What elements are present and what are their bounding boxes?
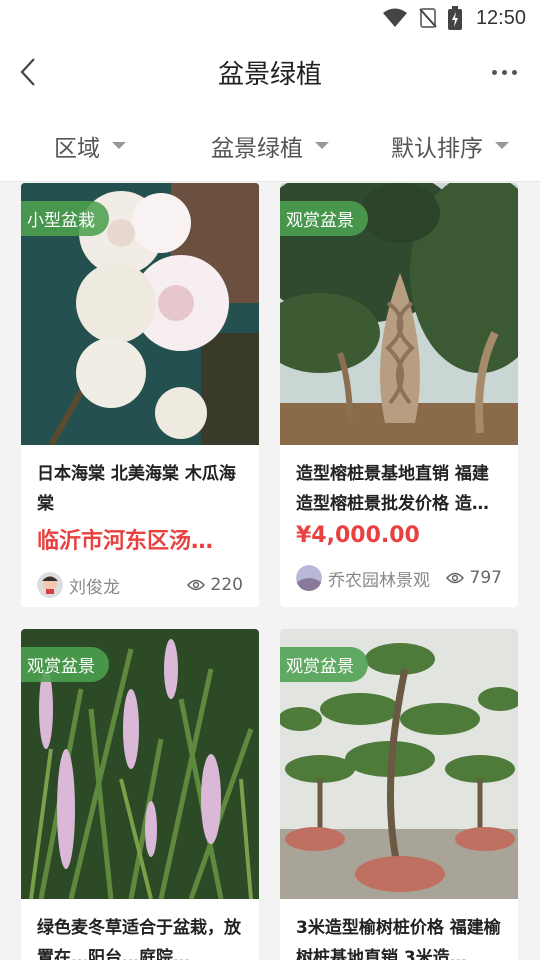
- product-title: 绿色麦冬草适合于盆栽，放置在…阳台…庭院…: [37, 918, 241, 960]
- product-title: 造型榕桩景基地直销 福建造型榕桩景批发价格 造…: [296, 464, 489, 514]
- filter-sort[interactable]: 默认排序: [360, 110, 540, 181]
- filter-label: 默认排序: [391, 135, 483, 162]
- product-card[interactable]: 观赏盆景 绿色麦冬草适合于盆栽，放置在…阳台…庭院…: [21, 629, 259, 960]
- product-card[interactable]: 小型盆栽 日本海棠 北美海棠 木瓜海棠 临沂市河东区汤… 刘俊龙 220: [21, 183, 259, 607]
- avatar: [37, 572, 63, 598]
- filter-label: 区域: [54, 135, 100, 162]
- no-signal-icon: [419, 8, 437, 28]
- category-tag: 观赏盆景: [280, 647, 368, 682]
- card-footer: 乔农园林景观 797: [296, 564, 502, 592]
- category-tag: 观赏盆景: [21, 647, 109, 682]
- filter-region[interactable]: 区域: [0, 110, 180, 181]
- author-name: 乔农园林景观: [328, 570, 430, 591]
- more-dots-icon: [491, 69, 497, 75]
- caret-down-icon: [495, 142, 509, 149]
- card-body: 造型榕桩景基地直销 福建造型榕桩景批发价格 造… ¥4,000.00 乔农园林景…: [280, 445, 518, 592]
- category-tag: 小型盆栽: [21, 201, 109, 236]
- eye-icon: [186, 579, 205, 591]
- product-image: 观赏盆景: [21, 629, 259, 899]
- card-body: 绿色麦冬草适合于盆栽，放置在…阳台…庭院…: [21, 899, 259, 960]
- page-title: 盆景绿植: [217, 60, 322, 90]
- product-card[interactable]: 观赏盆景 造型榕桩景基地直销 福建造型榕桩景批发价格 造… ¥4,000.00 …: [280, 183, 518, 607]
- eye-icon: [445, 572, 464, 584]
- more-dots-icon: [501, 69, 507, 75]
- card-body: 日本海棠 北美海棠 木瓜海棠 临沂市河东区汤… 刘俊龙 220: [21, 445, 259, 599]
- author-name: 刘俊龙: [69, 577, 120, 598]
- product-image: 小型盆栽: [21, 183, 259, 445]
- battery-charging-icon: [447, 6, 462, 30]
- more-dots-icon: [511, 69, 517, 75]
- product-price: 临沂市河东区汤…: [37, 529, 214, 554]
- product-card[interactable]: 观赏盆景 3米造型榆树桩价格 福建榆树桩基地直销 3米造…: [280, 629, 518, 960]
- status-bar: 12:50: [0, 0, 540, 36]
- product-price: ¥4,000.00: [296, 523, 420, 548]
- product-image: 观赏盆景: [280, 183, 518, 445]
- caret-down-icon: [315, 142, 329, 149]
- product-title: 日本海棠 北美海棠 木瓜海棠: [37, 464, 236, 514]
- filter-bar: 区域 盆景绿植 默认排序: [0, 110, 540, 182]
- view-count-value: 220: [210, 575, 243, 595]
- avatar: [296, 565, 322, 591]
- view-count-value: 797: [469, 568, 502, 588]
- card-footer: 刘俊龙 220: [37, 571, 243, 599]
- view-count: 797: [445, 568, 502, 588]
- filter-label: 盆景绿植: [211, 135, 303, 162]
- header: 盆景绿植: [0, 36, 540, 110]
- product-image: 观赏盆景: [280, 629, 518, 899]
- card-body: 3米造型榆树桩价格 福建榆树桩基地直销 3米造…: [280, 899, 518, 960]
- view-count: 220: [186, 575, 243, 595]
- status-icons: 12:50: [382, 6, 526, 30]
- status-time: 12:50: [475, 6, 526, 29]
- product-grid: 小型盆栽 日本海棠 北美海棠 木瓜海棠 临沂市河东区汤… 刘俊龙 220 观赏盆…: [0, 183, 540, 960]
- wifi-icon: [382, 8, 407, 27]
- caret-down-icon: [112, 142, 126, 149]
- product-title: 3米造型榆树桩价格 福建榆树桩基地直销 3米造…: [296, 918, 501, 960]
- more-button[interactable]: [484, 56, 524, 88]
- category-tag: 观赏盆景: [280, 201, 368, 236]
- filter-category[interactable]: 盆景绿植: [180, 110, 360, 181]
